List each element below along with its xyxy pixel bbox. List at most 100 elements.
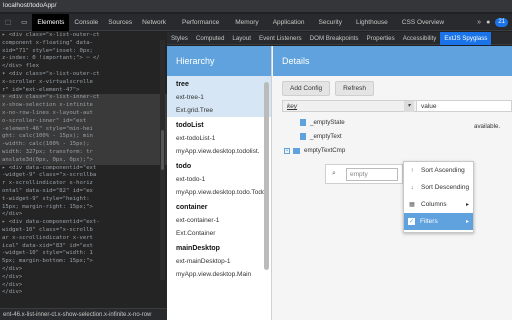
- tab-properties[interactable]: Properties: [363, 32, 399, 45]
- dom-node-line[interactable]: ontal" data-xid="82" id="ex: [0, 188, 167, 196]
- hierarchy-item-class: myApp.view.desktop.todolist.: [176, 148, 260, 155]
- tab-elements[interactable]: Elements: [32, 13, 70, 31]
- dom-node-line[interactable]: ▾ <div class="x-list-inner-ct: [0, 94, 167, 103]
- tab-console[interactable]: Console: [69, 14, 103, 31]
- dom-node-line[interactable]: x-no-row-lines x-layout-aut: [0, 109, 167, 118]
- dom-node-line[interactable]: ▾ <div class="x-list-outer-ct: [0, 71, 167, 79]
- tab-layout[interactable]: Layout: [228, 32, 255, 45]
- issues-icon[interactable]: ●: [486, 19, 490, 26]
- dom-node-line[interactable]: x-scroller x-virtualscrolle: [0, 79, 167, 87]
- dom-node-line[interactable]: -widget-10" style="width: 1: [0, 250, 167, 258]
- devtools-tab-strip: ⬚ ▭ Elements Console Sources Network Per…: [0, 13, 512, 31]
- dom-node-line[interactable]: 15px; margin-right: 15px;">: [0, 204, 167, 212]
- elements-tree[interactable]: ▸ <div class="x-list-outer-ct component …: [0, 32, 167, 308]
- dom-breadcrumb[interactable]: ent-46.x-list-inner-ct.x-show-selection.…: [0, 308, 167, 320]
- dom-node-line[interactable]: ar x-scrollindicator x-vert: [0, 235, 167, 243]
- dom-node-line[interactable]: z-index: 0 !important;"> ⋯ </: [0, 55, 167, 63]
- hierarchy-item-tree[interactable]: tree ext-tree-1 Ext.grid.Tree: [167, 76, 271, 117]
- refresh-button[interactable]: Refresh: [335, 80, 374, 96]
- tab-event-listeners[interactable]: Event Listeners: [255, 32, 306, 45]
- expand-icon[interactable]: +: [284, 147, 290, 154]
- column-menu: ↑ Sort Ascending ↓ Sort Descending ▦ Col…: [403, 161, 474, 233]
- tab-styles[interactable]: Styles: [167, 32, 192, 45]
- tab-network[interactable]: Network: [137, 14, 171, 31]
- dom-node-line[interactable]: o-scroller-inner" id="ext: [0, 117, 167, 126]
- column-key-header[interactable]: key ▾: [283, 101, 416, 112]
- dom-node-line[interactable]: </div>: [0, 274, 167, 282]
- file-icon: [300, 133, 306, 140]
- submenu-arrow-icon: ▸: [465, 202, 469, 208]
- check-icon[interactable]: ✓: [408, 218, 415, 225]
- dom-node-line[interactable]: r x-scrollindicator x-horiz: [0, 180, 167, 188]
- add-config-button[interactable]: Add Config: [282, 80, 331, 96]
- dom-node-line[interactable]: width: 327px; transform: tr: [0, 148, 167, 157]
- dom-node-line[interactable]: </div>: [0, 266, 167, 274]
- hierarchy-item-maindesktop[interactable]: mainDesktop ext-mainDesktop-1 myApp.view…: [167, 240, 271, 281]
- dom-node-line[interactable]: t-widget-9" style="height:: [0, 196, 167, 204]
- hierarchy-item-todolist[interactable]: todoList ext-todoList-1 myApp.view.deskt…: [167, 117, 271, 158]
- menu-item-filters[interactable]: ✓ Filters ▸: [404, 213, 473, 230]
- config-tree: _emptyState _emptyText + emptyTextCmp: [282, 116, 512, 156]
- address-bar[interactable]: localhost/todoApp/: [0, 0, 512, 12]
- hierarchy-item-todo[interactable]: todo ext-todo-1 myApp.view.desktop.todo.…: [167, 158, 271, 199]
- dom-node-line[interactable]: ical" data-xid="83" id="ext: [0, 243, 167, 251]
- cell-value: available.: [474, 123, 501, 130]
- dom-node-line[interactable]: 5px; margin-bottom: 15px;">: [0, 258, 167, 266]
- dom-node-line[interactable]: anslate3d(0px, 0px, 0px);">: [0, 156, 167, 165]
- dom-node-line[interactable]: -width: calc(100% - 15px);: [0, 141, 167, 149]
- tab-computed[interactable]: Computed: [192, 32, 229, 45]
- hierarchy-item-title: container: [176, 204, 208, 211]
- menu-item-columns[interactable]: ▦ Columns ▸: [404, 196, 473, 213]
- dom-node-line[interactable]: -element-46" style="min-hei: [0, 125, 167, 134]
- filter-popup: ⌕ empty: [325, 164, 403, 184]
- hierarchy-item-class: Ext.Container: [176, 230, 216, 237]
- tab-lighthouse[interactable]: Lighthouse: [351, 14, 393, 31]
- tab-sources[interactable]: Sources: [103, 14, 137, 31]
- tab-performance[interactable]: Performance: [177, 14, 224, 31]
- hierarchy-scrollbar[interactable]: [264, 82, 269, 270]
- tab-dom-breakpoints[interactable]: DOM Breakpoints: [306, 32, 363, 45]
- hierarchy-title: Hierarchy: [167, 46, 271, 76]
- dom-node-line[interactable]: x-show-selection x-infinite: [0, 102, 167, 110]
- filter-input[interactable]: empty: [346, 168, 398, 181]
- tree-row-label: _emptyText: [310, 133, 342, 140]
- dom-node-line[interactable]: </div>: [0, 282, 167, 290]
- devtools-menu-icon[interactable]: ⬚: [0, 14, 16, 31]
- tab-memory[interactable]: Memory: [230, 14, 263, 31]
- dom-node-line[interactable]: -widget-9" class="x-scrollba: [0, 172, 167, 180]
- dom-node-line[interactable]: ght: calc(100% - 15px); min: [0, 133, 167, 142]
- column-key-label: key: [287, 103, 298, 110]
- tab-css-overview[interactable]: CSS Overview: [397, 14, 449, 31]
- dom-node-line[interactable]: ▸ <div data-componentid="ext-: [0, 219, 167, 227]
- menu-item-sort-ascending[interactable]: ↑ Sort Ascending: [404, 162, 473, 179]
- tree-row[interactable]: + emptyTextCmp: [282, 145, 512, 156]
- menu-item-sort-descending[interactable]: ↓ Sort Descending: [404, 179, 473, 196]
- issues-badge[interactable]: 21: [495, 18, 508, 27]
- details-title: Details: [273, 46, 512, 76]
- hierarchy-item-title: todo: [176, 163, 192, 170]
- dom-node-line[interactable]: xid="71" style="inset: 0px;: [0, 48, 167, 56]
- device-toolbar-icon[interactable]: ▭: [16, 14, 32, 31]
- dom-node-line[interactable]: </div> flex: [0, 63, 167, 71]
- dom-node-line[interactable]: r" id="ext-element-47">: [0, 87, 167, 95]
- dom-node-line[interactable]: component x-floating" data-: [0, 40, 167, 48]
- dom-node-line[interactable]: ▸ <div data-componentid="ext: [0, 165, 167, 173]
- dom-node-line[interactable]: ▸ <div class="x-list-outer-ct: [0, 32, 167, 40]
- column-menu-trigger-icon[interactable]: ▾: [404, 101, 414, 112]
- more-tabs-icon[interactable]: »: [477, 19, 481, 26]
- hierarchy-panel: Hierarchy tree ext-tree-1 Ext.grid.Tree …: [167, 46, 272, 320]
- column-value-header[interactable]: value: [416, 101, 511, 111]
- hierarchy-item-container[interactable]: container ext-container-1 Ext.Container: [167, 199, 271, 240]
- dom-node-line[interactable]: </div>: [0, 211, 167, 219]
- tab-extjs-spyglass[interactable]: ExtJS Spyglass: [440, 31, 492, 45]
- tab-security[interactable]: Security: [314, 14, 347, 31]
- tree-row[interactable]: _emptyText: [282, 131, 512, 142]
- dom-node-line[interactable]: </div>: [0, 289, 167, 297]
- hierarchy-item-class: myApp.view.desktop.todo.Todo: [176, 189, 266, 196]
- elements-scroll-thumb[interactable]: [161, 130, 164, 170]
- hierarchy-item-id: ext-todoList-1: [176, 135, 216, 142]
- tab-application[interactable]: Application: [268, 14, 310, 31]
- menu-item-label: Columns: [421, 201, 447, 208]
- dom-node-line[interactable]: widget-10" class="x-scrollb: [0, 227, 167, 235]
- tab-accessibility[interactable]: Accessibility: [399, 32, 441, 45]
